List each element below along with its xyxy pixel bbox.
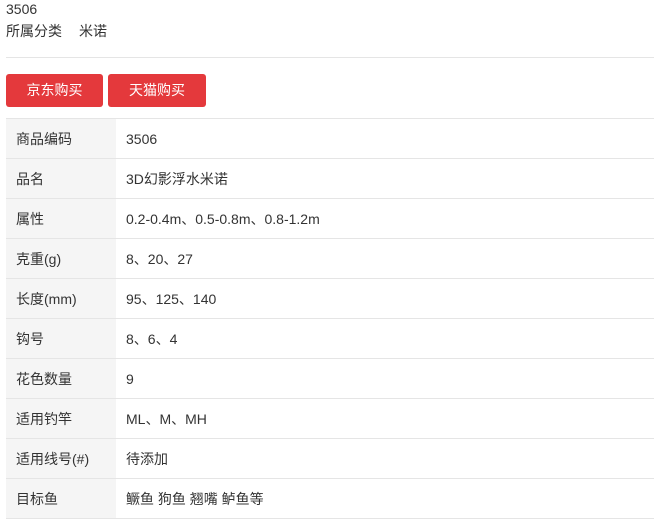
table-row: 长度(mm) 95、125、140 [6, 278, 654, 319]
spec-label-weight: 克重(g) [6, 238, 116, 279]
spec-value-length: 95、125、140 [116, 278, 654, 319]
table-row: 品名 3D幻影浮水米诺 [6, 158, 654, 199]
category-value: 米诺 [79, 23, 107, 39]
spec-label-color-count: 花色数量 [6, 358, 116, 399]
spec-label-target-fish: 目标鱼 [6, 478, 116, 519]
table-row: 钩号 8、6、4 [6, 318, 654, 359]
divider [6, 57, 654, 58]
table-row: 目标鱼 鳜鱼 狗鱼 翘嘴 鲈鱼等 [6, 478, 654, 519]
spec-value-product-name: 3D幻影浮水米诺 [116, 158, 654, 199]
spec-value-color-count: 9 [116, 358, 654, 399]
table-row: 适用钓竿 ML、M、MH [6, 398, 654, 439]
tmall-buy-button[interactable]: 天猫购买 [108, 74, 206, 107]
spec-label-rod: 适用钓竿 [6, 398, 116, 439]
spec-value-rod: ML、M、MH [116, 398, 654, 439]
table-row: 适用线号(#) 待添加 [6, 438, 654, 479]
spec-value-product-code: 3506 [116, 118, 654, 159]
jd-buy-button[interactable]: 京东购买 [6, 74, 103, 107]
table-row: 商品编码 3506 [6, 118, 654, 159]
spec-label-length: 长度(mm) [6, 278, 116, 319]
spec-table: 商品编码 3506 品名 3D幻影浮水米诺 属性 0.2-0.4m、0.5-0.… [6, 118, 654, 519]
table-row: 克重(g) 8、20、27 [6, 238, 654, 279]
spec-value-attribute: 0.2-0.4m、0.5-0.8m、0.8-1.2m [116, 198, 654, 239]
spec-label-hook-size: 钩号 [6, 318, 116, 359]
category-label: 所属分类 [6, 23, 62, 39]
product-code: 3506 [6, 1, 38, 17]
category-row: 所属分类 米诺 [6, 22, 107, 40]
spec-value-target-fish: 鳜鱼 狗鱼 翘嘴 鲈鱼等 [116, 478, 654, 519]
spec-label-attribute: 属性 [6, 198, 116, 239]
table-row: 属性 0.2-0.4m、0.5-0.8m、0.8-1.2m [6, 198, 654, 239]
spec-label-product-code: 商品编码 [6, 118, 116, 159]
spec-label-line: 适用线号(#) [6, 438, 116, 479]
spec-value-weight: 8、20、27 [116, 238, 654, 279]
spec-value-line: 待添加 [116, 438, 654, 479]
spec-label-product-name: 品名 [6, 158, 116, 199]
spec-value-hook-size: 8、6、4 [116, 318, 654, 359]
table-row: 花色数量 9 [6, 358, 654, 399]
